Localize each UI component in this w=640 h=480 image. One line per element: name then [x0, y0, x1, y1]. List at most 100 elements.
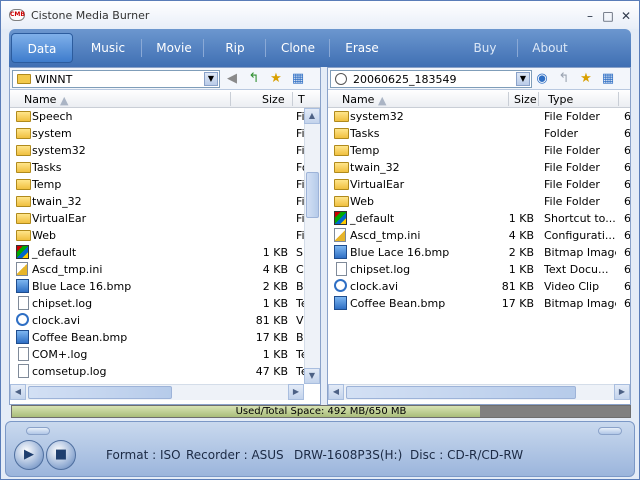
- table-row[interactable]: _default 1 KB Shortcut to... 6: [328, 210, 630, 227]
- folder-icon: [17, 74, 31, 84]
- file-extra: 6: [624, 246, 630, 259]
- table-row[interactable]: Ascd_tmp.ini 4 KB Configurati... 6: [328, 227, 630, 244]
- table-row[interactable]: system32 Fi: [10, 142, 304, 159]
- window-title: Cistone Media Burner: [31, 9, 150, 22]
- table-row[interactable]: Blue Lace 16.bmp 2 KB Bi: [10, 278, 304, 295]
- tab-music[interactable]: Music: [77, 33, 139, 63]
- file-type: File Folder: [544, 178, 600, 191]
- tab-clone[interactable]: Clone: [267, 33, 329, 63]
- table-row[interactable]: Ascd_tmp.ini 4 KB C: [10, 261, 304, 278]
- file-type: Te: [296, 297, 304, 310]
- up-folder-icon[interactable]: ↰: [556, 71, 572, 87]
- table-row[interactable]: Tasks Fo: [10, 159, 304, 176]
- table-row[interactable]: Speech Fi: [10, 108, 304, 125]
- disc-properties-icon[interactable]: ◉: [534, 71, 550, 87]
- scroll-left-icon[interactable]: ◀: [328, 384, 344, 400]
- col-size[interactable]: Size: [262, 93, 285, 106]
- table-row[interactable]: system32 File Folder 6: [328, 108, 630, 125]
- right-path-combo[interactable]: 20060625_183549 ▼: [330, 70, 532, 88]
- left-horizontal-scrollbar[interactable]: ◀ ▶: [10, 384, 304, 400]
- col-name[interactable]: Name: [24, 93, 56, 106]
- up-folder-icon[interactable]: ↰: [246, 71, 262, 87]
- sort-up-icon: ▲: [60, 94, 69, 107]
- tab-erase[interactable]: Erase: [331, 33, 393, 63]
- table-row[interactable]: VirtualEar Fi: [10, 210, 304, 227]
- tab-data[interactable]: Data: [11, 33, 73, 63]
- folder-icon: [16, 213, 31, 224]
- back-icon[interactable]: ◀: [224, 71, 240, 87]
- table-row[interactable]: VirtualEar File Folder 6: [328, 176, 630, 193]
- file-name: VirtualEar: [32, 212, 87, 225]
- file-type: Vi: [296, 314, 304, 327]
- col-size[interactable]: Size: [514, 93, 537, 106]
- tab-rip[interactable]: Rip: [205, 33, 265, 63]
- file-name: chipset.log: [32, 297, 93, 310]
- folder-icon: [16, 196, 31, 207]
- file-type: Fi: [296, 110, 304, 123]
- left-column-header: Name ▲ Size T: [10, 90, 320, 108]
- file-type: Bitmap Image: [544, 246, 616, 259]
- view-menu-icon[interactable]: ▦: [290, 71, 306, 87]
- col-type[interactable]: Type: [548, 93, 573, 106]
- table-row[interactable]: comsetup.log 47 KB Te: [10, 363, 304, 380]
- file-name: Ascd_tmp.ini: [32, 263, 103, 276]
- folder-icon: [334, 128, 349, 139]
- new-folder-icon[interactable]: ★: [268, 71, 284, 87]
- table-row[interactable]: chipset.log 1 KB Te: [10, 295, 304, 312]
- scroll-right-icon[interactable]: ▶: [614, 384, 630, 400]
- left-path-combo[interactable]: WINNT ▼: [12, 70, 220, 88]
- right-column-header: Name ▲ Size Type: [328, 90, 630, 108]
- chevron-down-icon[interactable]: ▼: [516, 72, 530, 86]
- new-folder-icon[interactable]: ★: [578, 71, 594, 87]
- minimize-icon[interactable]: –: [583, 10, 597, 24]
- chevron-down-icon[interactable]: ▼: [204, 72, 218, 86]
- table-row[interactable]: clock.avi 81 KB Video Clip 6: [328, 278, 630, 295]
- tab-about[interactable]: About: [519, 33, 581, 63]
- left-vertical-scrollbar[interactable]: ▲ ▼: [304, 108, 320, 384]
- table-row[interactable]: COM+.log 1 KB Te: [10, 346, 304, 363]
- maximize-icon[interactable]: □: [601, 10, 615, 24]
- folder-icon: [16, 230, 31, 241]
- right-horizontal-scrollbar[interactable]: ◀ ▶: [328, 384, 630, 400]
- table-row[interactable]: clock.avi 81 KB Vi: [10, 312, 304, 329]
- table-row[interactable]: Blue Lace 16.bmp 2 KB Bitmap Image 6: [328, 244, 630, 261]
- stop-button[interactable]: ■: [46, 440, 76, 470]
- col-name[interactable]: Name: [342, 93, 374, 106]
- table-row[interactable]: Web File Folder 6: [328, 193, 630, 210]
- table-row[interactable]: Temp File Folder 6: [328, 142, 630, 159]
- right-hscroll-thumb[interactable]: [346, 386, 576, 399]
- table-row[interactable]: twain_32 Fi: [10, 193, 304, 210]
- view-menu-icon[interactable]: ▦: [600, 71, 616, 87]
- table-row[interactable]: _default 1 KB Sl: [10, 244, 304, 261]
- table-row[interactable]: twain_32 File Folder 6: [328, 159, 630, 176]
- tab-movie[interactable]: Movie: [143, 33, 205, 63]
- table-row[interactable]: Temp Fi: [10, 176, 304, 193]
- play-burn-button[interactable]: ▶: [14, 440, 44, 470]
- config-icon: [334, 228, 346, 242]
- table-row[interactable]: Web Fi: [10, 227, 304, 244]
- file-name: Temp: [350, 144, 380, 157]
- left-hscroll-thumb[interactable]: [28, 386, 172, 399]
- disc-space-bar: Used/Total Space: 492 MB/650 MB: [11, 405, 631, 418]
- scroll-up-icon[interactable]: ▲: [304, 108, 320, 124]
- file-name: Speech: [32, 110, 73, 123]
- table-row[interactable]: Coffee Bean.bmp 17 KB Bitmap Image 6: [328, 295, 630, 312]
- table-row[interactable]: Tasks Folder 6: [328, 125, 630, 142]
- table-row[interactable]: Coffee Bean.bmp 17 KB Bi: [10, 329, 304, 346]
- file-extra: 6: [624, 212, 630, 225]
- scroll-left-icon[interactable]: ◀: [10, 384, 26, 400]
- file-type: Sl: [296, 246, 304, 259]
- left-scroll-thumb[interactable]: [306, 172, 319, 218]
- table-row[interactable]: system Fi: [10, 125, 304, 142]
- left-handle: [26, 427, 50, 435]
- file-name: system32: [350, 110, 404, 123]
- folder-icon: [334, 145, 349, 156]
- tab-buy[interactable]: Buy: [455, 33, 515, 63]
- close-icon[interactable]: ✕: [619, 10, 633, 24]
- scroll-down-icon[interactable]: ▼: [304, 368, 320, 384]
- table-row[interactable]: chipset.log 1 KB Text Docu... 6: [328, 261, 630, 278]
- folder-icon: [16, 128, 31, 139]
- scroll-right-icon[interactable]: ▶: [288, 384, 304, 400]
- col-type[interactable]: T: [298, 93, 305, 106]
- file-size: 2 KB: [508, 246, 534, 259]
